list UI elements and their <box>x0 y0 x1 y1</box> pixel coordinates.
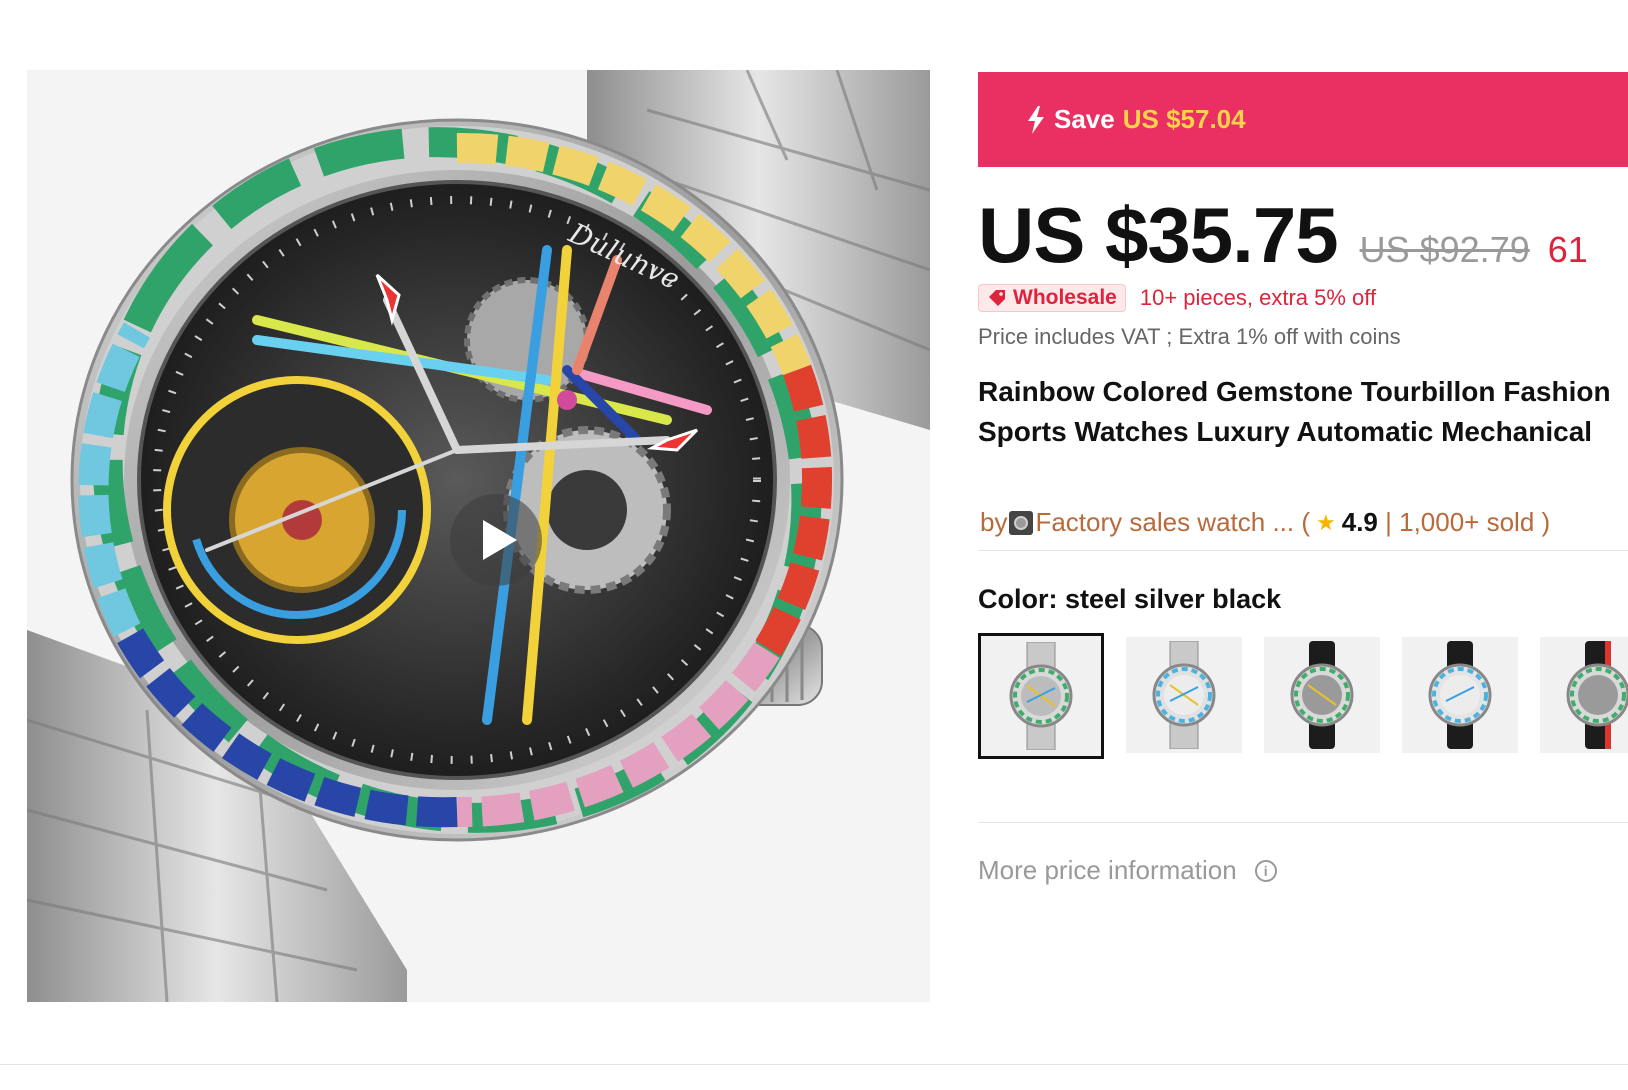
wholesale-row: Wholesale 10+ pieces, extra 5% off <box>978 284 1376 312</box>
info-icon[interactable]: i <box>1254 859 1277 882</box>
save-label: Save <box>1054 104 1115 134</box>
product-title-line-1: Rainbow Colored Gemstone Tourbillon Fash… <box>978 376 1611 407</box>
divider <box>978 550 1628 551</box>
more-price-label: More price information <box>978 855 1237 885</box>
wholesale-badge-label: Wholesale <box>1013 286 1117 309</box>
color-option-black-leather-silver[interactable] <box>1402 637 1518 753</box>
play-video-button[interactable] <box>450 494 542 586</box>
color-option-black-leather[interactable] <box>1264 637 1380 753</box>
swatch-thumbnail <box>1290 641 1354 749</box>
store-separator: | <box>1377 507 1400 537</box>
original-price: US $92.79 <box>1359 229 1530 270</box>
color-option-steel-silver[interactable] <box>1126 637 1242 753</box>
store-name[interactable]: Factory sales watch ... <box>1035 507 1294 538</box>
swatch-thumbnail <box>1009 642 1073 750</box>
store-rating: 4.9 <box>1341 507 1378 537</box>
store-avatar <box>1009 510 1034 535</box>
store-by: by <box>980 507 1008 537</box>
current-price: US $35.75 <box>978 191 1339 279</box>
product-title: Rainbow Colored Gemstone Tourbillon Fash… <box>978 372 1628 452</box>
save-amount: US $57.04 <box>1122 104 1246 134</box>
save-banner: Save US $57.04 <box>978 72 1628 167</box>
section-divider <box>0 1064 1628 1065</box>
color-option-red-rubber[interactable] <box>1540 637 1628 753</box>
swatch-thumbnail <box>1152 641 1216 749</box>
star-icon: ★ <box>1316 509 1336 535</box>
store-open-paren: ( <box>1294 507 1311 537</box>
swatch-thumbnail <box>1428 641 1492 749</box>
product-title-line-2: Sports Watches Luxury Automatic Mechanic… <box>978 416 1593 447</box>
discount-percent: 61 <box>1547 229 1588 270</box>
swatch-thumbnail <box>1566 641 1628 749</box>
color-label: Color: steel silver black <box>978 584 1282 614</box>
divider <box>978 822 1628 823</box>
bolt-icon <box>1028 105 1044 134</box>
store-close-paren: ) <box>1534 507 1551 537</box>
color-option-steel-silver-black[interactable] <box>978 633 1104 759</box>
price-row: US $35.75 US $92.79 61 <box>978 190 1588 281</box>
store-info[interactable]: by Factory sales watch ... ( ★ 4.9 | 1,0… <box>980 507 1550 538</box>
color-swatches <box>978 633 1628 759</box>
tag-icon <box>989 290 1005 306</box>
more-price-information[interactable]: More price information i <box>978 855 1277 886</box>
play-icon <box>483 520 517 560</box>
product-main-image[interactable]: Dulunve <box>27 70 930 1002</box>
wholesale-offer: 10+ pieces, extra 5% off <box>1139 285 1377 310</box>
wholesale-badge: Wholesale <box>978 284 1126 312</box>
store-sold: 1,000+ sold <box>1399 507 1535 537</box>
vat-note: Price includes VAT ; Extra 1% off with c… <box>978 324 1401 349</box>
product-info-panel: Save US $57.04 US $35.75 US $92.79 61 Wh… <box>978 72 1628 1072</box>
